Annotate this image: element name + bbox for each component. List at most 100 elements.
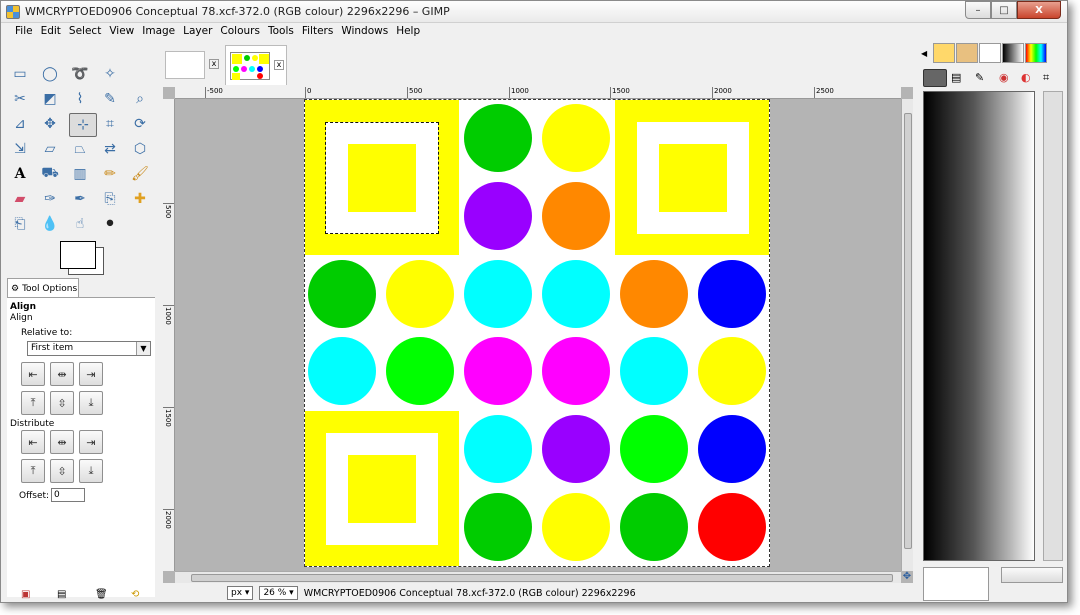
align-hcenter-button[interactable]: ⇹ — [50, 362, 74, 386]
fg-bg-colors[interactable] — [56, 239, 106, 279]
save-options-icon[interactable]: ▣ — [21, 589, 30, 600]
distribute-vcenter-button[interactable]: ⇳ — [50, 459, 74, 483]
dock-edit-button[interactable] — [1001, 567, 1063, 583]
clone-icon[interactable]: ⎘ — [99, 188, 121, 210]
menu-filters[interactable]: Filters — [298, 23, 337, 41]
dodge-burn-icon[interactable]: ⚫ — [99, 213, 121, 235]
color-picker-icon[interactable]: ✎ — [99, 88, 121, 110]
horizontal-scrollbar[interactable] — [175, 571, 901, 583]
align-bottom-button[interactable]: ⤓ — [79, 391, 103, 415]
distribute-hcenter-button[interactable]: ⇹ — [50, 430, 74, 454]
offset-input[interactable]: 0 — [51, 488, 85, 502]
scissors-icon[interactable]: ✂ — [9, 88, 31, 110]
menu-select[interactable]: Select — [65, 23, 105, 41]
zoom-icon[interactable]: ⌕ — [129, 88, 151, 110]
vertical-ruler[interactable]: 500 1000 1500 2000 — [163, 99, 175, 571]
zoom-dropdown[interactable]: 26 % ▾ — [259, 586, 298, 600]
relative-to-label: Relative to: — [21, 328, 73, 338]
paths-icon[interactable]: ⌇ — [69, 88, 91, 110]
rotate-icon[interactable]: ⟳ — [129, 113, 151, 135]
menu-image[interactable]: Image — [138, 23, 179, 41]
distribute-bottom-button[interactable]: ⤓ — [79, 459, 103, 483]
gradients-tab-icon[interactable] — [1002, 43, 1024, 63]
menu-view[interactable]: View — [105, 23, 138, 41]
perspective-icon[interactable]: ⏢ — [69, 138, 91, 160]
undo-tab-icon[interactable]: ⌗ — [1043, 71, 1049, 85]
distribute-left-button[interactable]: ⇤ — [21, 430, 45, 454]
smudge-icon[interactable]: ☝ — [69, 213, 91, 235]
dock-scrollbar[interactable] — [1043, 91, 1063, 561]
menu-file[interactable]: File — [11, 23, 37, 41]
reset-options-icon[interactable]: ⟲ — [131, 589, 139, 600]
blend-icon[interactable]: ▥ — [69, 163, 91, 185]
image-tab-blank[interactable]: x — [161, 45, 223, 85]
colormap-tab-icon[interactable]: ◉ — [999, 71, 1009, 84]
palettes-tab-icon[interactable] — [1025, 43, 1047, 63]
bucket-fill-icon[interactable]: ⛟ — [39, 163, 61, 185]
navigate-icon[interactable]: ✥ — [901, 571, 913, 583]
vertical-scrollbar[interactable] — [901, 99, 913, 571]
paths-tab-icon[interactable]: ✎ — [975, 71, 984, 84]
gradient-preview[interactable] — [923, 91, 1035, 561]
patterns-tab-icon[interactable] — [933, 43, 955, 63]
close-icon[interactable]: x — [209, 59, 219, 69]
perspective-clone-icon[interactable]: ⎗ — [9, 213, 31, 235]
layers-tab-icon[interactable] — [923, 69, 947, 87]
cage-icon[interactable]: ⬡ — [129, 138, 151, 160]
fonts-tab-icon[interactable] — [979, 43, 1001, 63]
image-tab-circles[interactable]: x — [225, 45, 287, 85]
relative-to-dropdown[interactable]: First item ▼ — [27, 341, 151, 356]
text-icon[interactable]: A — [9, 163, 31, 185]
eraser-icon[interactable]: ▰ — [9, 188, 31, 210]
dock-left-arrow-icon[interactable]: ◀ — [921, 49, 927, 58]
menu-layer[interactable]: Layer — [179, 23, 216, 41]
channels-tab-icon[interactable]: ▤ — [951, 71, 961, 84]
tab-tool-options[interactable]: ⚙ Tool Options — [7, 278, 79, 298]
unit-dropdown[interactable]: px ▾ — [227, 586, 254, 600]
foreground-select-icon[interactable]: ◩ — [39, 88, 61, 110]
delete-options-icon[interactable]: 🗑 — [95, 589, 108, 600]
align-right-button[interactable]: ⇥ — [79, 362, 103, 386]
move-icon[interactable]: ✥ — [39, 113, 61, 135]
align-vcenter-button[interactable]: ⇳ — [50, 391, 74, 415]
airbrush-icon[interactable]: ✑ — [39, 188, 61, 210]
menu-edit[interactable]: Edit — [37, 23, 65, 41]
align-icon[interactable]: ⊹ — [69, 113, 97, 137]
paintbrush-icon[interactable]: 🖌 — [129, 163, 151, 185]
minimize-button[interactable]: – — [965, 1, 991, 19]
ink-icon[interactable]: ✒ — [69, 188, 91, 210]
histogram-tab-icon[interactable]: ◐ — [1021, 71, 1031, 84]
menu-colours[interactable]: Colours — [216, 23, 264, 41]
maximize-button[interactable]: □ — [991, 1, 1017, 19]
distribute-right-button[interactable]: ⇥ — [79, 430, 103, 454]
flip-icon[interactable]: ⇄ — [99, 138, 121, 160]
crop-icon[interactable]: ⌗ — [99, 113, 121, 135]
close-button[interactable]: X — [1017, 1, 1061, 19]
pencil-icon[interactable]: ✏ — [99, 163, 121, 185]
menu-tools[interactable]: Tools — [264, 23, 298, 41]
free-select-icon[interactable]: ➰ — [69, 63, 91, 85]
fuzzy-select-icon[interactable]: ✧ — [99, 63, 121, 85]
menu-help[interactable]: Help — [392, 23, 424, 41]
align-top-button[interactable]: ⤒ — [21, 391, 45, 415]
yellow-square-bottom-left — [348, 455, 416, 523]
blur-icon[interactable]: 💧 — [39, 213, 61, 235]
horizontal-ruler[interactable]: -500 0 500 1000 1500 2000 2500 — [175, 87, 901, 99]
foreground-color-swatch[interactable] — [60, 241, 96, 269]
rect-select-icon[interactable]: ▭ — [9, 63, 31, 85]
ellipse-select-icon[interactable]: ◯ — [39, 63, 61, 85]
close-icon[interactable]: x — [274, 60, 284, 70]
brushes-tab-icon[interactable] — [956, 43, 978, 63]
shear-icon[interactable]: ▱ — [39, 138, 61, 160]
restore-options-icon[interactable]: ▤ — [57, 589, 66, 600]
menu-windows[interactable]: Windows — [337, 23, 392, 41]
align-left-button[interactable]: ⇤ — [21, 362, 45, 386]
heal-icon[interactable]: ✚ — [129, 188, 151, 210]
distribute-top-button[interactable]: ⤒ — [21, 459, 45, 483]
measure-icon[interactable]: ⊿ — [9, 113, 31, 135]
image-canvas[interactable] — [304, 99, 770, 567]
scale-icon[interactable]: ⇲ — [9, 138, 31, 160]
scrollbar-thumb[interactable] — [191, 574, 893, 582]
circle-purple — [542, 415, 610, 483]
scrollbar-thumb[interactable] — [904, 113, 912, 549]
